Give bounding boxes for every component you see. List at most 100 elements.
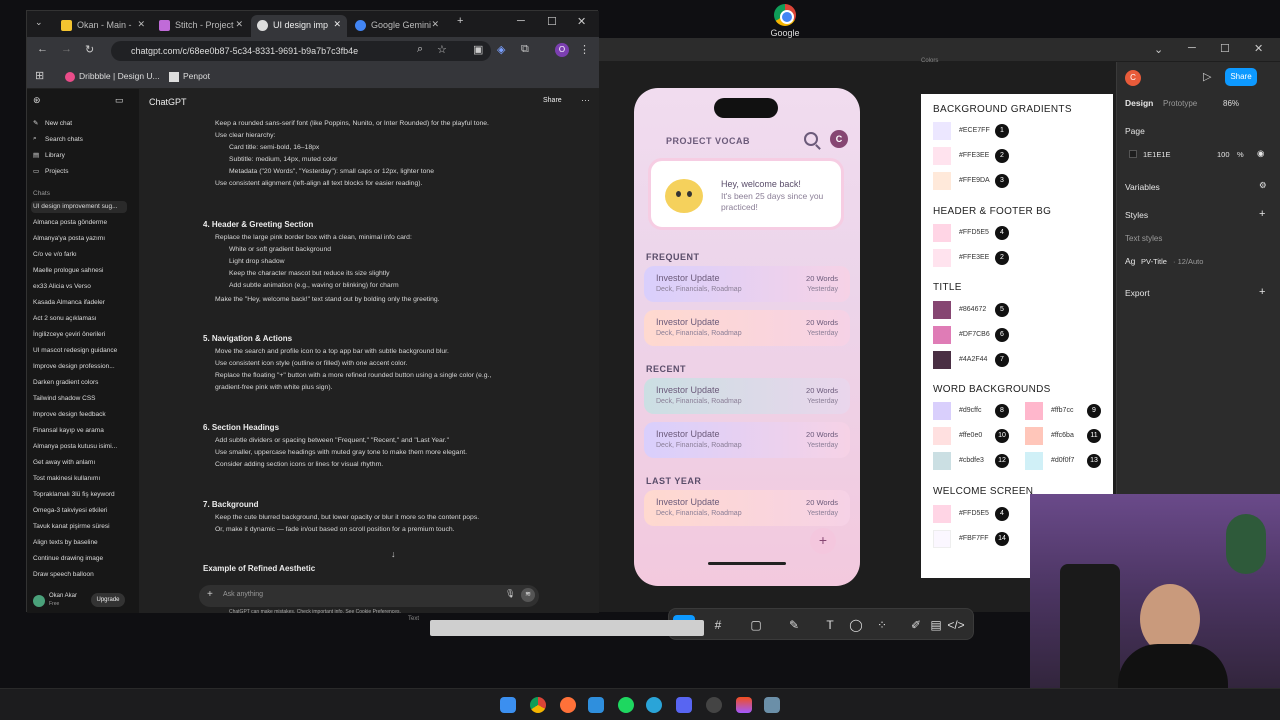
upgrade-button[interactable]: Upgrade <box>91 593 125 607</box>
microphone-icon[interactable]: 🎙 <box>505 589 515 598</box>
firefox-icon[interactable] <box>560 697 576 713</box>
text-style-name[interactable]: PV-Title <box>1141 257 1167 266</box>
tab-gemini[interactable]: Google Gemini ✕ <box>349 15 445 37</box>
scroll-down-icon[interactable]: ↓ <box>391 549 396 559</box>
page-color-swatch[interactable] <box>1129 150 1137 158</box>
design-mode-icon[interactable]: ▤ <box>925 615 947 635</box>
extension-icon[interactable]: ▣ <box>473 43 483 56</box>
voice-mode-icon[interactable]: ≋ <box>521 588 535 602</box>
add-style-icon[interactable]: + <box>1259 208 1265 220</box>
sidebar-chat-item[interactable]: Almanca posta gönderme <box>33 219 107 226</box>
frame-tool-icon[interactable]: # <box>707 615 729 635</box>
add-export-icon[interactable]: + <box>1259 286 1265 298</box>
maximize-icon[interactable]: ☐ <box>1220 42 1230 55</box>
edge-icon[interactable] <box>646 697 662 713</box>
reload-icon[interactable]: ↻ <box>85 43 94 56</box>
share-button[interactable]: Share <box>1225 68 1257 86</box>
rectangle-tool-icon[interactable]: ▢ <box>745 615 767 635</box>
vocab-card[interactable]: Investor Update Deck, Financials, Roadma… <box>644 490 850 526</box>
tab-ui-design[interactable]: UI design imp ✕ <box>251 15 347 37</box>
vocab-card[interactable]: Investor Update Deck, Financials, Roadma… <box>644 310 850 346</box>
sidebar-chat-item[interactable]: UI mascot redesign guidance <box>33 347 117 354</box>
chevron-down-icon[interactable]: ⌄ <box>1154 43 1163 56</box>
add-button[interactable]: + <box>810 528 836 554</box>
new-chat-button[interactable]: New chat <box>45 120 72 127</box>
page-opacity[interactable]: 100 <box>1217 150 1230 159</box>
bookmark-star-icon[interactable]: ☆ <box>437 43 447 56</box>
sidebar-chat-item[interactable]: Continue drawing image <box>33 555 103 562</box>
vocab-card[interactable]: Investor Update Deck, Financials, Roadma… <box>644 266 850 302</box>
tab-okan-main[interactable]: Okan - Main - ✕ <box>55 15 151 37</box>
sidebar-chat-item[interactable]: İngilizceye çeviri önerileri <box>33 331 105 338</box>
menu-icon[interactable]: ⋮ <box>579 43 590 56</box>
sidebar-chat-item[interactable]: Tost makinesi kullanımı <box>33 475 100 482</box>
variables-settings-icon[interactable]: ⚙ <box>1259 180 1267 191</box>
draw-mode-icon[interactable]: ✐ <box>905 615 927 635</box>
maximize-icon[interactable]: ☐ <box>547 15 557 28</box>
library-button[interactable]: Library <box>45 152 65 159</box>
sidebar-chat-item[interactable]: Tailwind shadow CSS <box>33 395 96 402</box>
text-tool-icon[interactable]: T <box>819 615 841 635</box>
avatar[interactable]: C <box>830 130 848 148</box>
vscode-icon[interactable] <box>588 697 604 713</box>
search-chats-button[interactable]: Search chats <box>45 136 83 143</box>
sidebar-chat-item[interactable]: Kasada Almanca ifadeler <box>33 299 105 306</box>
back-icon[interactable]: ← <box>37 43 48 55</box>
sidebar-chat-item[interactable]: Omega-3 takviyesi etkileri <box>33 507 107 514</box>
obs-icon[interactable] <box>706 697 722 713</box>
sidebar-chat-item[interactable]: Get away with anlamı <box>33 459 95 466</box>
model-selector[interactable]: ChatGPT <box>149 97 187 107</box>
sidebar-chat-item[interactable]: Maelle prologue sahnesi <box>33 267 103 274</box>
vocab-card[interactable]: Investor Update Deck, Financials, Roadma… <box>644 378 850 414</box>
more-options-icon[interactable]: ⋯ <box>581 95 590 106</box>
app-icon[interactable] <box>764 697 780 713</box>
openai-logo-icon[interactable]: ⊛ <box>33 95 41 106</box>
actions-icon[interactable]: ⁘ <box>871 615 893 635</box>
sidebar-chat-item[interactable]: Almanya posta kutusu isimi... <box>33 443 117 450</box>
sidebar-chat-item[interactable]: Darken gradient colors <box>33 379 98 386</box>
spotify-icon[interactable] <box>618 697 634 713</box>
close-icon[interactable]: ✕ <box>577 15 586 28</box>
apps-icon[interactable]: ⊞ <box>35 69 44 82</box>
puzzle-icon[interactable]: ⧉ <box>521 43 529 56</box>
sidebar-chat-item[interactable]: ex33 Alicia vs Verso <box>33 283 91 290</box>
forward-icon[interactable]: → <box>61 43 72 55</box>
sidebar-chat-item[interactable]: Improve design feedback <box>33 411 106 418</box>
vocab-card[interactable]: Investor Update Deck, Financials, Roadma… <box>644 422 850 458</box>
search-icon[interactable] <box>804 132 818 146</box>
sidebar-chat-item[interactable]: Align texts by baseline <box>33 539 98 546</box>
zoom-icon[interactable]: ⌕ <box>417 43 423 56</box>
tab-stitch[interactable]: Stitch - Project ✕ <box>153 15 249 37</box>
sidebar-chat-item[interactable]: Tavuk kanat pişirme süresi <box>33 523 110 530</box>
sidebar-chat-item[interactable]: Act 2 sonu açıklaması <box>33 315 97 322</box>
profile-avatar[interactable]: O <box>555 43 569 57</box>
user-avatar[interactable] <box>33 595 45 607</box>
tab-search-icon[interactable]: ⌄ <box>35 17 43 28</box>
dev-mode-icon[interactable]: </> <box>945 615 967 635</box>
tab-design[interactable]: Design <box>1125 98 1153 108</box>
bookmark-dribbble[interactable]: Dribbble | Design U... <box>79 71 160 81</box>
windows-start-icon[interactable] <box>500 697 516 713</box>
sidebar-chat-item[interactable]: Improve design profession... <box>33 363 115 370</box>
add-attachment-icon[interactable]: + <box>207 589 213 600</box>
sidebar-toggle-icon[interactable]: ▭ <box>115 95 124 106</box>
address-bar[interactable]: chatgpt.com/c/68ee0b87-5c34-8331-9691-b9… <box>111 41 491 61</box>
minimize-icon[interactable]: ─ <box>517 15 525 27</box>
eye-icon[interactable]: ◉ <box>1257 148 1264 159</box>
page-color-value[interactable]: 1E1E1E <box>1143 150 1171 159</box>
desktop-google-icon[interactable]: Google <box>768 4 802 38</box>
chrome-icon[interactable] <box>530 697 546 713</box>
comment-tool-icon[interactable]: ◯ <box>845 615 867 635</box>
bookmark-penpot[interactable]: Penpot <box>183 71 210 81</box>
chat-input[interactable]: + Ask anything 🎙 ≋ <box>199 585 539 607</box>
phone-mockup[interactable]: PROJECT VOCAB C Hey, welcome back! It's … <box>634 88 860 586</box>
zoom-level[interactable]: 86% <box>1223 99 1239 108</box>
sidebar-chat-item[interactable]: Topraklamalı 3lü fiş keyword <box>33 491 115 498</box>
projects-button[interactable]: Projects <box>45 168 68 175</box>
minimize-icon[interactable]: ─ <box>1188 42 1196 54</box>
user-avatar[interactable]: C <box>1125 70 1141 86</box>
sidebar-chat-item[interactable]: Draw speech balloon <box>33 571 94 578</box>
sidebar-chat-item[interactable]: C/o ve v/o farkı <box>33 251 77 258</box>
sidebar-chat-item[interactable]: UI design improvement sug... <box>33 203 118 210</box>
close-icon[interactable]: ✕ <box>1254 42 1263 55</box>
